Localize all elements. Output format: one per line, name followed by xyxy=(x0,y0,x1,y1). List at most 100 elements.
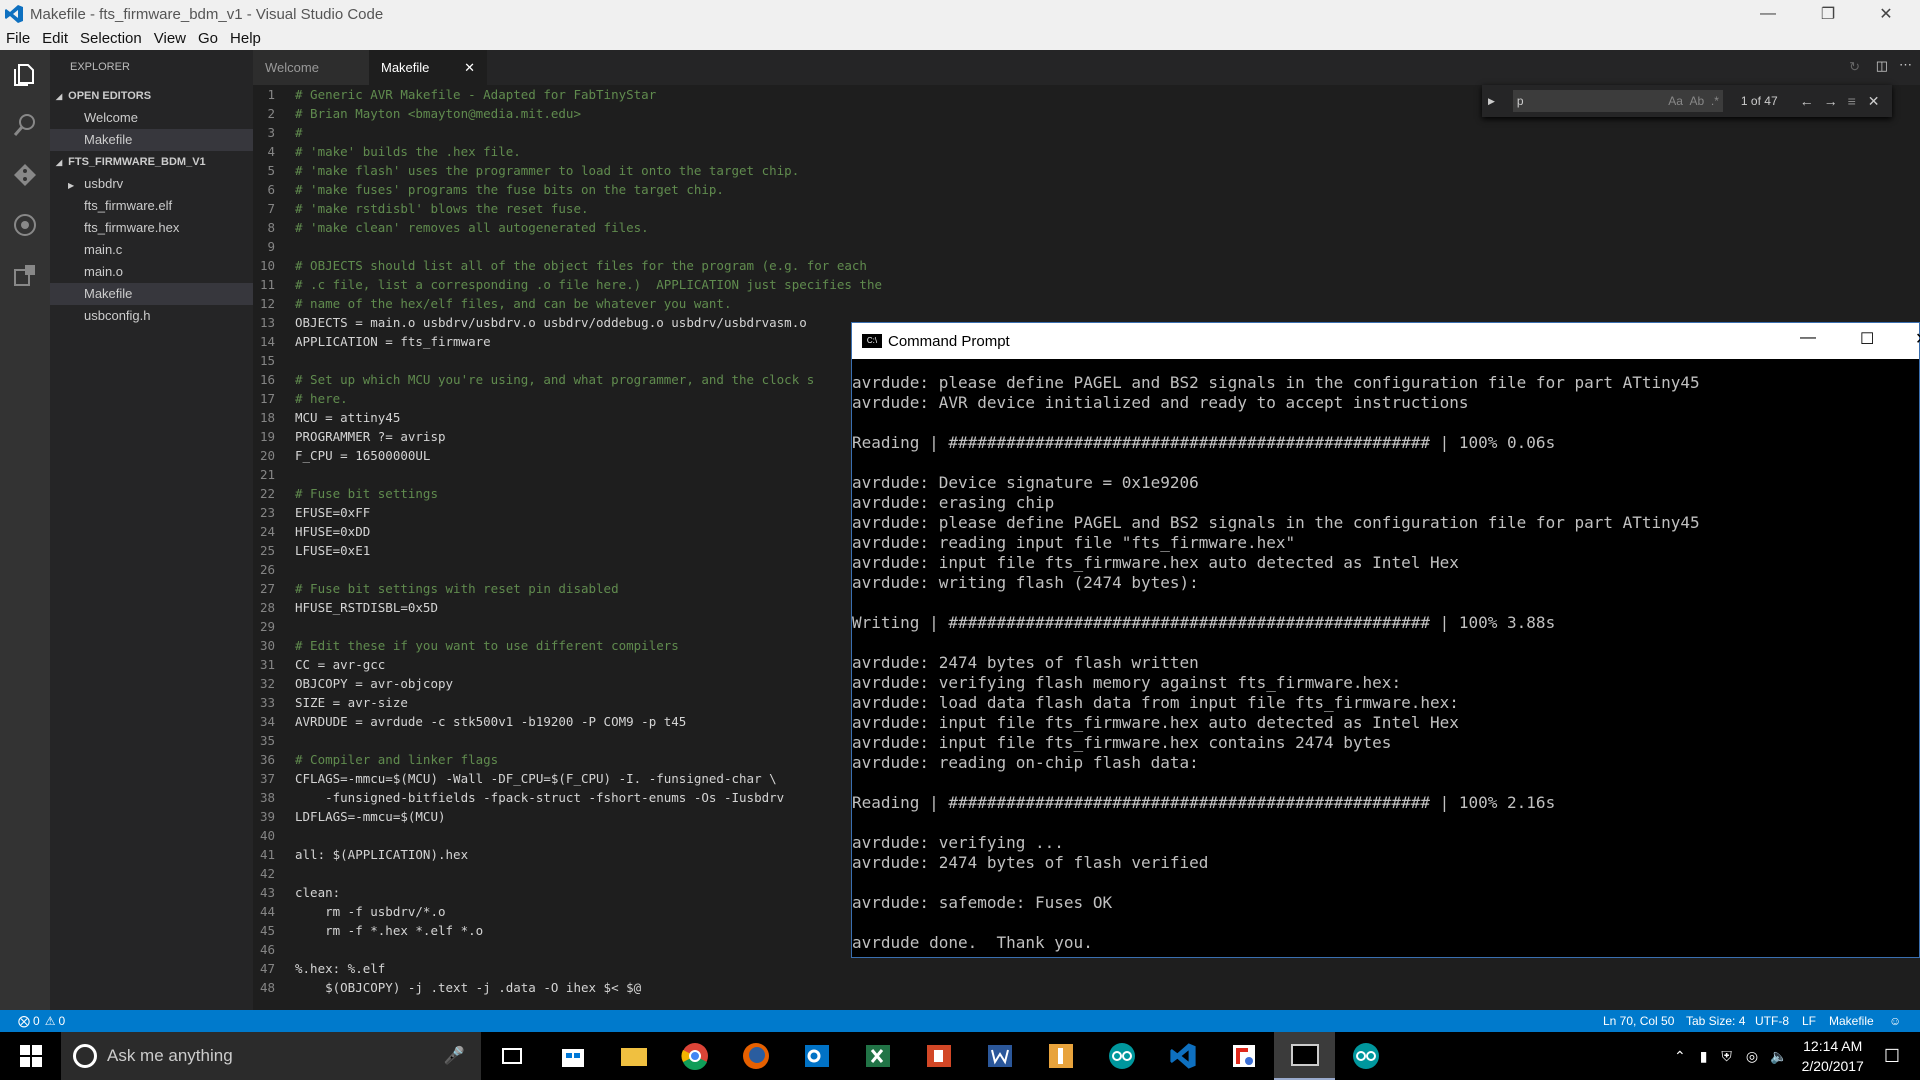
powerpoint-icon[interactable] xyxy=(908,1032,969,1080)
close-tab-icon[interactable]: ✕ xyxy=(464,50,475,85)
menu-help[interactable]: Help xyxy=(230,28,261,50)
command-prompt-taskbar-icon[interactable] xyxy=(1274,1032,1335,1080)
code-line[interactable]: 47 %.hex: %.elf xyxy=(253,959,1920,978)
line-number: 33 xyxy=(259,695,275,710)
code-line[interactable]: 9 xyxy=(253,237,1920,256)
start-button[interactable] xyxy=(0,1032,61,1080)
file-fts-firmware-elf[interactable]: fts_firmware.elf xyxy=(50,195,253,217)
microphone-icon[interactable]: 🎤 xyxy=(444,1046,465,1066)
volume-icon[interactable]: 🔈 xyxy=(1770,1048,1787,1065)
code-line[interactable]: 11 # .c file, list a corresponding .o fil… xyxy=(253,275,1920,294)
toggle-replace-icon[interactable]: ▶ xyxy=(1488,96,1495,107)
open-editors-section[interactable]: ◢ OPEN EDITORS xyxy=(50,85,253,107)
code-line[interactable]: 6 # 'make fuses' programs the fuse bits o… xyxy=(253,180,1920,199)
file-main-o[interactable]: main.o xyxy=(50,261,253,283)
folder-usbdrv[interactable]: ▶ usbdrv xyxy=(50,173,253,195)
minimize-button[interactable]: — xyxy=(1740,0,1796,28)
extensions-icon[interactable] xyxy=(0,250,50,300)
file-makefile[interactable]: Makefile xyxy=(50,283,253,305)
cmd-close-button[interactable]: ✕ xyxy=(1915,329,1920,349)
whole-word-icon[interactable]: Ab xyxy=(1690,94,1705,108)
code-line[interactable]: 8 # 'make clean' removes all autogenerate… xyxy=(253,218,1920,237)
close-window-button[interactable]: ✕ xyxy=(1858,0,1914,28)
previous-match-icon[interactable]: ← xyxy=(1800,93,1814,109)
line-number: 43 xyxy=(259,885,275,900)
cmd-maximize-button[interactable]: ☐ xyxy=(1860,329,1874,349)
menu-file[interactable]: File xyxy=(6,28,30,50)
warning-count[interactable]: 0 xyxy=(58,1014,65,1028)
close-find-icon[interactable]: ✕ xyxy=(1868,93,1880,110)
tab-makefile[interactable]: Makefile ✕ xyxy=(369,50,487,85)
language-mode[interactable]: Makefile xyxy=(1829,1014,1874,1028)
task-view-icon[interactable] xyxy=(481,1032,542,1080)
code-line[interactable]: 48 $(OBJCOPY) -j .text -j .data -O ihex … xyxy=(253,978,1920,997)
code-line[interactable]: 3 # xyxy=(253,123,1920,142)
code-text: AVRDUDE = avrdude -c stk500v1 -b19200 -P… xyxy=(295,714,687,729)
cmd-output-line: avrdude: Device signature = 0x1e9206 xyxy=(852,473,1199,492)
source-control-icon[interactable] xyxy=(0,150,50,200)
next-match-icon[interactable]: → xyxy=(1824,93,1838,109)
debug-icon[interactable] xyxy=(0,200,50,250)
chevron-up-icon[interactable]: ⌃ xyxy=(1674,1048,1686,1065)
shield-icon[interactable]: ⛨ xyxy=(1721,1048,1732,1065)
errors-icon[interactable]: ⨂ xyxy=(18,1014,30,1028)
code-line[interactable]: 10 # OBJECTS should list all of the objec… xyxy=(253,256,1920,275)
file-explorer-icon[interactable] xyxy=(603,1032,664,1080)
inventor-icon[interactable] xyxy=(1030,1032,1091,1080)
split-editor-icon[interactable]: ◫ xyxy=(1876,58,1888,74)
open-editor-makefile[interactable]: Makefile xyxy=(50,129,253,151)
warning-icon[interactable]: ⚠ xyxy=(45,1014,56,1028)
cmd-output-line xyxy=(852,873,1919,893)
error-count[interactable]: 0 xyxy=(33,1014,40,1028)
notifications-icon[interactable]: ☐ xyxy=(1884,1046,1900,1067)
open-changes-icon[interactable]: ↻ xyxy=(1849,59,1860,75)
arduino-icon-2[interactable] xyxy=(1335,1032,1396,1080)
code-line[interactable]: 4 # 'make' builds the .hex file. xyxy=(253,142,1920,161)
feedback-icon[interactable]: ☺ xyxy=(1889,1014,1901,1028)
outlook-icon[interactable] xyxy=(786,1032,847,1080)
cmd-output-line xyxy=(852,773,1919,793)
regex-icon[interactable]: .* xyxy=(1711,94,1719,108)
search-icon[interactable] xyxy=(0,100,50,150)
project-section[interactable]: ◢ FTS_FIRMWARE_BDM_V1 xyxy=(50,151,253,173)
code-line[interactable]: 7 # 'make rstdisbl' blows the reset fuse. xyxy=(253,199,1920,218)
encoding[interactable]: UTF-8 xyxy=(1755,1014,1789,1028)
open-editor-welcome[interactable]: Welcome xyxy=(50,107,253,129)
menu-view[interactable]: View xyxy=(154,28,186,50)
tab-welcome[interactable]: Welcome xyxy=(253,50,369,85)
code-line[interactable]: 5 # 'make flash' uses the programmer to l… xyxy=(253,161,1920,180)
wifi-icon[interactable]: ◎ xyxy=(1746,1048,1758,1065)
find-in-selection-icon[interactable]: ≡ xyxy=(1848,93,1856,109)
cmd-minimize-button[interactable]: — xyxy=(1800,329,1816,347)
store-icon[interactable] xyxy=(542,1032,603,1080)
find-input[interactable]: p Aa Ab .* xyxy=(1512,90,1723,112)
code-line[interactable]: 12 # name of the hex/elf files, and can b… xyxy=(253,294,1920,313)
more-actions-icon[interactable]: ⋯ xyxy=(1899,57,1912,73)
menu-selection[interactable]: Selection xyxy=(80,28,142,50)
file-fts-firmware-hex[interactable]: fts_firmware.hex xyxy=(50,217,253,239)
restore-button[interactable]: ❐ xyxy=(1800,0,1856,28)
cmd-output-line: Reading | ##############################… xyxy=(852,793,1556,812)
foxit-icon[interactable] xyxy=(1213,1032,1274,1080)
word-icon[interactable] xyxy=(969,1032,1030,1080)
clock[interactable]: 12:14 AM 2/20/2017 xyxy=(1802,1036,1864,1076)
tab-size[interactable]: Tab Size: 4 xyxy=(1686,1014,1745,1028)
menu-go[interactable]: Go xyxy=(198,28,218,50)
battery-icon[interactable]: ▮ xyxy=(1700,1048,1708,1065)
file-usbconfig-h[interactable]: usbconfig.h xyxy=(50,305,253,327)
firefox-icon[interactable] xyxy=(725,1032,786,1080)
explorer-icon[interactable] xyxy=(0,50,50,100)
arduino-icon[interactable] xyxy=(1091,1032,1152,1080)
vscode-taskbar-icon[interactable] xyxy=(1152,1032,1213,1080)
cursor-position[interactable]: Ln 70, Col 50 xyxy=(1603,1014,1674,1028)
menu-edit[interactable]: Edit xyxy=(42,28,68,50)
command-prompt-window[interactable]: C:\ Command Prompt — ☐ ✕ avrdude: please… xyxy=(851,322,1920,958)
cmd-output-line: avrdude: input file fts_firmware.hex aut… xyxy=(852,553,1459,572)
cortana-search-box[interactable]: Ask me anything 🎤 xyxy=(61,1032,481,1080)
chrome-icon[interactable] xyxy=(664,1032,725,1080)
match-case-icon[interactable]: Aa xyxy=(1668,94,1683,108)
line-ending[interactable]: LF xyxy=(1802,1014,1816,1028)
excel-icon[interactable] xyxy=(847,1032,908,1080)
file-main-c[interactable]: main.c xyxy=(50,239,253,261)
cmd-output-line: avrdude: 2474 bytes of flash verified xyxy=(852,853,1209,872)
